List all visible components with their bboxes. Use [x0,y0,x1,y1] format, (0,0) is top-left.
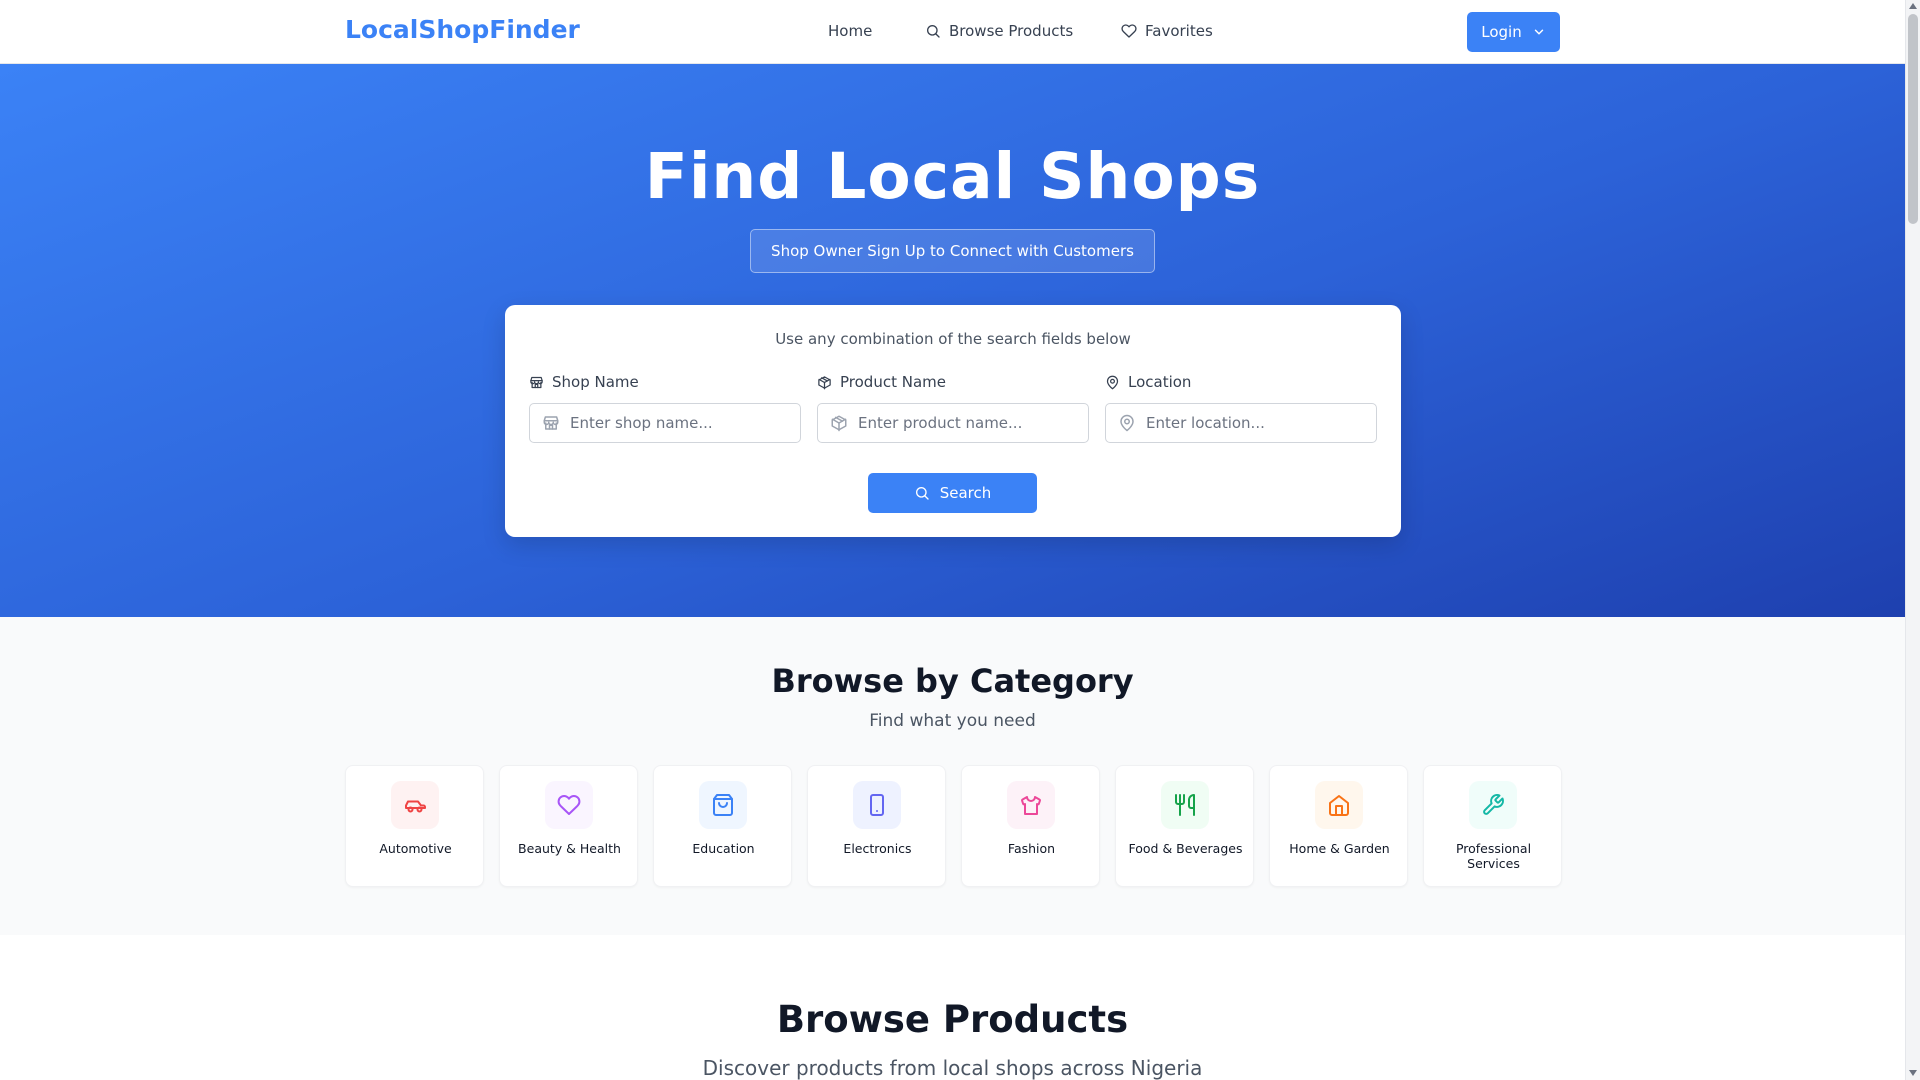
map-pin-icon [1120,414,1134,432]
search-button-label: Search [939,484,992,502]
products-section: Browse Products Discover products from l… [0,935,1905,1080]
category-card-education[interactable]: Education [653,765,792,887]
nav-home-label: Home [828,22,873,40]
category-card-food-beverages[interactable]: Food & Beverages [1115,765,1254,887]
category-card-electronics[interactable]: Electronics [807,765,946,887]
utensils-icon [1175,794,1195,816]
heart-icon [1121,24,1137,38]
category-label: Beauty & Health [518,841,621,856]
brand-logo[interactable]: LocalShopFinder [345,15,580,44]
category-icon-bg [853,781,901,829]
scroll-down-arrow-icon[interactable] [1909,1070,1917,1076]
category-icon-bg [1161,781,1209,829]
categories-title: Browse by Category [771,662,1134,700]
categories-section: Browse by Category Find what you need Au… [0,617,1905,935]
products-title: Browse Products [776,998,1129,1041]
hero-section: Find Local Shops Shop Owner Sign Up to C… [0,64,1905,617]
category-label: Education [692,841,755,856]
scroll-up-arrow-icon[interactable] [1909,3,1917,9]
shop-name-input-box[interactable] [529,403,801,443]
shop-owner-signup-button[interactable]: Shop Owner Sign Up to Connect with Custo… [750,229,1155,273]
products-subtitle: Discover products from local shops acros… [702,1056,1203,1080]
shop-name-field: Shop Name [529,373,801,443]
login-button[interactable]: Login [1467,12,1560,52]
category-icon-bg [1315,781,1363,829]
package-icon [818,375,831,389]
location-label-row: Location [1105,373,1377,391]
product-name-field: Product Name [817,373,1089,443]
categories-subtitle: Find what you need [869,711,1036,731]
category-label: Food & Beverages [1128,841,1243,856]
category-label: Fashion [1007,841,1056,856]
category-card-beauty-health[interactable]: Beauty & Health [499,765,638,887]
nav-home-link[interactable]: Home [828,22,872,40]
hero-title: Find Local Shops [644,140,1261,213]
location-input[interactable] [1146,414,1366,432]
nav-browse-products-label: Browse Products [949,22,1074,40]
product-name-input[interactable] [858,414,1078,432]
location-label: Location [1128,373,1192,391]
product-name-input-box[interactable] [817,403,1089,443]
shop-name-label: Shop Name [552,373,639,391]
product-name-label: Product Name [840,373,946,391]
product-name-label-row: Product Name [817,373,1089,391]
nav-favorites-label: Favorites [1145,22,1213,40]
map-pin-icon [1106,375,1119,389]
store-icon [543,416,559,430]
heart-icon [557,795,581,815]
search-icon [927,25,940,38]
shopping-bag-icon [713,794,733,816]
scrollbar-thumb[interactable] [1908,14,1918,224]
home-icon [1329,795,1349,816]
category-icon-bg [545,781,593,829]
category-label: Professional Services [1455,841,1532,871]
category-card-home-garden[interactable]: Home & Garden [1269,765,1408,887]
nav-favorites-link[interactable]: Favorites [1121,22,1213,40]
category-card-fashion[interactable]: Fashion [961,765,1100,887]
category-label: Home & Garden [1289,841,1390,856]
login-label: Login [1481,23,1522,41]
category-icon-bg [391,781,439,829]
search-hint: Use any combination of the search fields… [775,330,1131,348]
category-card-professional-services[interactable]: Professional Services [1423,765,1562,887]
package-icon [831,415,847,432]
shop-name-label-row: Shop Name [529,373,801,391]
category-icon-bg [699,781,747,829]
category-card-automotive[interactable]: Automotive [345,765,484,887]
nav-browse-products-link[interactable]: Browse Products [925,22,1073,40]
category-label: Electronics [843,841,912,856]
chevron-down-icon [1534,29,1543,35]
category-icon-bg [1469,781,1517,829]
search-icon [915,487,929,500]
car-icon [405,800,426,813]
search-button[interactable]: Search [868,473,1037,513]
category-label: Automotive [379,841,452,856]
search-card: Use any combination of the search fields… [505,305,1401,537]
top-navbar: LocalShopFinder Home Browse Products Fav… [0,0,1905,64]
shop-name-input[interactable] [570,414,790,432]
category-icon-bg [1007,781,1055,829]
shirt-icon [1021,796,1041,815]
location-input-box[interactable] [1105,403,1377,443]
tablet-icon [870,794,884,816]
location-field: Location [1105,373,1377,443]
store-icon [530,376,543,388]
wrench-icon [1483,794,1504,815]
page-scrollbar[interactable] [1905,0,1920,1080]
